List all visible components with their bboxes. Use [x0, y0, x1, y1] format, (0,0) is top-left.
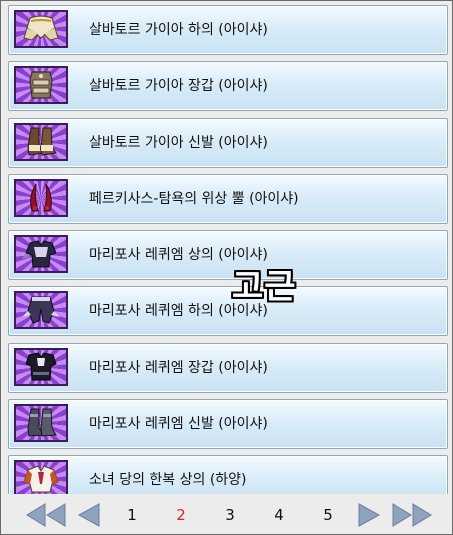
item-list: 살바토르 가이아 하의 (아이샤) 살바토르 가이아 장갑 (아이샤) 살바토르…: [8, 5, 448, 506]
first-page-arrow-icon[interactable]: [25, 502, 67, 528]
watermark-text: 고근: [232, 267, 297, 307]
requiem-top-icon: [14, 235, 68, 274]
page-link-3[interactable]: 3: [216, 502, 244, 528]
gaia-pants-icon: [14, 10, 68, 48]
requiem-shoes-icon: [14, 404, 68, 443]
page-link-4[interactable]: 4: [265, 502, 293, 528]
requiem-gloves-icon: [14, 347, 68, 386]
item-label: 마리포사 레퀴엠 신발 (아이샤): [89, 416, 268, 433]
requiem-pants-icon: [14, 291, 68, 330]
item-list-panel: 살바토르 가이아 하의 (아이샤) 살바토르 가이아 장갑 (아이샤) 살바토르…: [0, 0, 453, 535]
list-item[interactable]: 페르키사스-탐욕의 위상 뿔 (아이샤): [8, 173, 448, 224]
item-label: 살바토르 가이아 신발 (아이샤): [89, 134, 268, 151]
pagination: 1 2 3 4 5: [1, 494, 452, 534]
next-page-arrow-icon[interactable]: [357, 502, 381, 528]
hanbok-top-icon: [14, 460, 68, 499]
list-item[interactable]: 살바토르 가이아 하의 (아이샤): [8, 5, 448, 55]
list-item[interactable]: 마리포사 레퀴엠 하의 (아이샤): [8, 286, 448, 337]
last-page-arrow-icon[interactable]: [391, 502, 433, 528]
page-link-5[interactable]: 5: [314, 502, 342, 528]
item-label: 마리포사 레퀴엠 장갑 (아이샤): [89, 359, 268, 376]
gaia-shoes-icon: [14, 122, 68, 161]
list-item[interactable]: 마리포사 레퀴엠 장갑 (아이샤): [8, 342, 448, 393]
gaia-gloves-icon: [14, 66, 68, 105]
page-link-1[interactable]: 1: [118, 502, 146, 528]
list-item[interactable]: 살바토르 가이아 장갑 (아이샤): [8, 61, 448, 112]
horn-icon: [14, 178, 68, 217]
item-label: 살바토르 가이아 하의 (아이샤): [89, 22, 268, 38]
list-item[interactable]: 마리포사 레퀴엠 신발 (아이샤): [8, 399, 448, 450]
item-label: 살바토르 가이아 장갑 (아이샤): [89, 78, 268, 95]
list-item[interactable]: 살바토르 가이아 신발 (아이샤): [8, 117, 448, 168]
prev-page-arrow-icon[interactable]: [77, 502, 101, 528]
list-item[interactable]: 마리포사 레퀴엠 상의 (아이샤): [8, 230, 448, 281]
page-link-2-current[interactable]: 2: [167, 502, 195, 528]
item-label: 페르키사스-탐욕의 위상 뿔 (아이샤): [89, 190, 299, 207]
